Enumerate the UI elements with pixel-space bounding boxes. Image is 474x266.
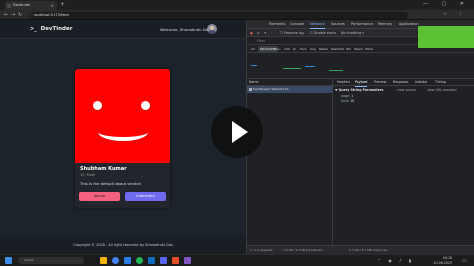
record-icon[interactable]: ● [250,29,253,37]
request-name: feed?page=1&limit=10 [253,87,289,91]
forward-icon[interactable]: → [11,11,15,19]
detail-tab-preview[interactable]: Preview [374,79,386,86]
tab-title: Devtinder [13,3,31,7]
vscode-icon[interactable] [124,257,131,264]
taskbar-clock[interactable]: 00:18 10-06-2025 [433,256,452,265]
url-text: localhost:5173/feed [34,13,69,17]
app-navbar: >_ DevTinder Welcome, Sharadindu Das [0,20,246,39]
card-about: This is the default about section [80,181,142,186]
timeline-bar [251,65,257,66]
app-icon[interactable] [184,257,191,264]
taskbar-search[interactable]: Search [18,257,84,264]
request-row[interactable]: feed?page=1&limit=10 [247,86,333,93]
system-tray-icons[interactable]: ⌃ ◉ ♪ ▮ [378,257,414,264]
site-info-icon[interactable]: ⓘ [29,12,33,19]
tab-sources[interactable]: Sources [331,20,345,29]
request-list: Name feed?page=1&limit=10 [247,79,333,245]
app-footer: Copyright © 2026 - All right reserved by… [0,237,246,254]
view-url-encoded-link[interactable]: view URL-encoded [427,88,456,92]
play-icon [232,121,248,143]
notification-icon[interactable]: ▭ [462,257,470,265]
timeline-bar [329,70,343,71]
clear-icon[interactable]: ⊘ [257,29,260,37]
tab-network[interactable]: Network [310,20,325,29]
network-timeline[interactable] [247,53,474,79]
detail-tab-initiator[interactable]: Initiator [415,79,427,86]
filter-input[interactable]: Filter [257,39,265,43]
throttle-select[interactable]: No throttling ▾ [341,29,364,37]
card-name: Shubham Kumar [80,166,127,172]
user-avatar[interactable] [207,24,217,34]
file-explorer-icon[interactable] [100,257,107,264]
chrome-icon[interactable] [112,257,119,264]
user-card: Shubham Kumar 19, Male This is the defau… [75,69,170,208]
card-age-gender: 19, Male [80,173,95,177]
back-icon[interactable]: ← [4,11,8,19]
browser-tabbar: Devtinder × + — ▢ ✕ [0,0,474,10]
play-button[interactable] [211,106,263,158]
type-font[interactable]: Font [298,46,309,52]
network-status-bar: 1 / 12 requests 1.6 kB / 2.3 kB transfer… [247,245,474,254]
welcome-text: Welcome, Sharadindu Das [160,27,210,32]
view-source-link[interactable]: view source [397,88,416,92]
clock-date: 10-06-2025 [433,260,452,265]
brand-link[interactable]: >_ DevTinder [30,26,72,32]
timeline-bar [283,68,301,69]
smiley-mouth [98,123,148,141]
edge-icon[interactable] [148,257,155,264]
tab-memory[interactable]: Memory [378,20,392,29]
type-all[interactable]: All [249,46,257,52]
new-tab-icon[interactable]: + [60,1,65,9]
tab-close-icon[interactable]: × [51,1,54,10]
interested-button[interactable]: Interested [125,192,166,201]
webcam-overlay [418,26,474,48]
tab-favicon-icon [7,4,11,8]
xhr-icon [249,88,252,91]
detail-tab-timing[interactable]: Timing [435,79,446,86]
search-icon[interactable]: ⌕ [271,29,273,37]
search-placeholder: Search [24,258,35,262]
name-column-header[interactable]: Name [247,79,333,86]
query-string-title[interactable]: ▼ Query String Parameters [335,88,383,92]
filter-icon[interactable]: ⏷ [264,29,267,37]
timeline-bar [305,66,315,67]
terminal-icon: >_ [30,26,37,32]
param-row: limit: 10 [341,99,355,103]
param-row: page: 1 [341,94,354,98]
disable-cache-checkbox[interactable]: ☑ Disable cache [310,29,336,37]
window-controls[interactable]: — ▢ ✕ [423,1,470,7]
browser-toolbar-icons[interactable]: ☆ ⋮ [443,11,468,19]
discord-icon[interactable] [160,257,167,264]
devtools-panel: Elements Console Sources Network Perform… [246,20,474,254]
windows-start-icon[interactable] [5,257,12,264]
taskbar: Search ⌃ ◉ ♪ ▮ 00:18 10-06-2025 ▭ [0,254,474,266]
tab-console[interactable]: Console [290,20,304,29]
tab-application[interactable]: Application [399,20,419,29]
brand-name: DevTinder [40,26,73,32]
app-icon[interactable] [172,257,179,264]
tab-performance[interactable]: Performance [351,20,373,29]
ignore-button[interactable]: Ignore [79,192,120,201]
type-js[interactable]: JS [291,46,298,52]
profile-photo [75,69,170,163]
type-other[interactable]: Other [363,46,376,52]
app-page: >_ DevTinder Welcome, Sharadindu Das Shu… [0,20,246,254]
browser-tab[interactable]: Devtinder × [5,1,57,10]
url-field[interactable]: ⓘ localhost:5173/feed [28,12,408,19]
footer-copyright: Copyright © 2026 - All right reserved by… [73,243,173,247]
screen: Devtinder × + — ▢ ✕ ← → ↻ ⓘ localhost:51… [0,0,474,266]
address-bar: ← → ↻ ⓘ localhost:5173/feed ☆ ⋮ [0,10,474,20]
spotify-icon[interactable] [136,257,143,264]
tab-elements[interactable]: Elements [269,20,285,29]
request-detail-tabs: Headers Payload Preview Response Initiat… [333,79,474,87]
detail-tab-response[interactable]: Response [393,79,408,86]
reload-icon[interactable]: ↻ [18,11,22,19]
detail-tab-headers[interactable]: Headers [337,79,350,86]
smiley-eye-right [141,101,150,110]
detail-tab-payload[interactable]: Payload [355,79,368,87]
smiley-eye-left [93,101,102,110]
preserve-log-checkbox[interactable]: ☐ Preserve log [280,29,304,37]
